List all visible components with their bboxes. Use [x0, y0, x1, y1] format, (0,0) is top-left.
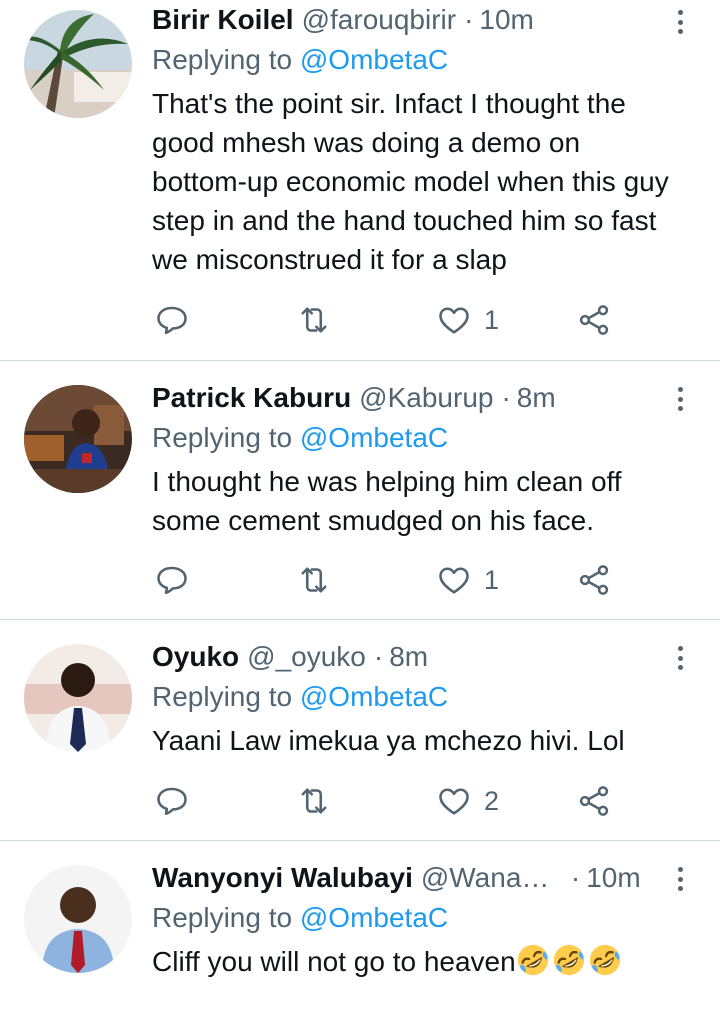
mention-link[interactable]: @OmbetaC — [300, 902, 448, 933]
replying-to: Replying to @OmbetaC — [152, 898, 680, 938]
display-name[interactable]: Patrick Kaburu — [152, 378, 351, 418]
like-icon — [436, 302, 472, 338]
tweet-card[interactable]: Birir Koilel @farouqbirir · 10m Replying… — [0, 0, 720, 360]
share-button[interactable] — [576, 781, 612, 821]
replying-to: Replying to @OmbetaC — [152, 40, 680, 80]
tweet-actions: 1 — [152, 300, 622, 340]
share-button[interactable] — [576, 560, 612, 600]
replying-to: Replying to @OmbetaC — [152, 418, 680, 458]
mention-link[interactable]: @OmbetaC — [300, 422, 448, 453]
reply-button[interactable] — [154, 300, 190, 340]
more-options-icon[interactable] — [670, 642, 690, 674]
retweet-button[interactable] — [296, 300, 332, 340]
replying-to-label: Replying to — [152, 902, 293, 933]
tweet-actions: 2 — [152, 781, 622, 821]
user-handle[interactable]: @Kaburup — [359, 378, 493, 418]
separator: · — [570, 862, 581, 893]
replying-to-label: Replying to — [152, 422, 293, 453]
separator: · — [501, 382, 511, 413]
like-icon — [436, 783, 472, 819]
share-icon — [576, 562, 612, 598]
more-options-icon[interactable] — [670, 383, 690, 415]
timestamp[interactable]: 10m — [479, 0, 533, 40]
tweet-header: Patrick Kaburu @Kaburup · 8m — [152, 378, 680, 418]
retweet-icon — [296, 302, 332, 338]
tweet-text: Cliff you will not go to heaven — [152, 942, 680, 981]
tweet-header: Birir Koilel @farouqbirir · 10m — [152, 0, 680, 40]
like-count: 1 — [484, 304, 500, 335]
replying-to-label: Replying to — [152, 681, 293, 712]
rolling-on-floor-laughing-icon — [516, 943, 550, 977]
more-options-icon[interactable] — [670, 6, 690, 38]
like-icon — [436, 562, 472, 598]
reply-icon — [154, 302, 190, 338]
tweet-card[interactable]: Oyuko @_oyuko · 8m Replying to @OmbetaC … — [0, 620, 720, 840]
tweet-header: Wanyonyi Walubayi @Wananchi_ya_Kenya · 1… — [152, 858, 680, 898]
retweet-button[interactable] — [296, 781, 332, 821]
display-name[interactable]: Oyuko — [152, 637, 239, 677]
like-count: 1 — [484, 564, 500, 595]
rolling-on-floor-laughing-icon — [552, 943, 586, 977]
avatar[interactable] — [24, 865, 132, 973]
tweet-text: I thought he was helping him clean off s… — [152, 466, 622, 536]
retweet-button[interactable] — [296, 560, 332, 600]
share-icon — [576, 783, 612, 819]
user-handle[interactable]: @Wananchi_ya_Kenya — [421, 858, 563, 898]
like-button[interactable]: 1 — [436, 300, 499, 340]
separator: · — [464, 4, 474, 35]
rolling-on-floor-laughing-icon — [588, 943, 622, 977]
timestamp[interactable]: 10m — [586, 858, 640, 898]
timestamp[interactable]: 8m — [389, 637, 428, 677]
like-button[interactable]: 2 — [436, 781, 499, 821]
tweet-header: Oyuko @_oyuko · 8m — [152, 637, 680, 677]
share-icon — [576, 302, 612, 338]
retweet-icon — [296, 783, 332, 819]
avatar[interactable] — [24, 644, 132, 752]
display-name[interactable]: Wanyonyi Walubayi — [152, 858, 413, 898]
avatar[interactable] — [24, 385, 132, 493]
mention-link[interactable]: @OmbetaC — [300, 681, 448, 712]
share-button[interactable] — [576, 300, 612, 340]
tweet-text: That's the point sir. Infact I thought t… — [152, 88, 669, 275]
display-name[interactable]: Birir Koilel — [152, 0, 294, 40]
replying-to-label: Replying to — [152, 44, 293, 75]
avatar[interactable] — [24, 10, 132, 118]
tweet-card[interactable]: Wanyonyi Walubayi @Wananchi_ya_Kenya · 1… — [0, 841, 720, 1009]
reply-button[interactable] — [154, 560, 190, 600]
more-options-icon[interactable] — [670, 863, 690, 895]
mention-link[interactable]: @OmbetaC — [300, 44, 448, 75]
tweet-text: Yaani Law imekua ya mchezo hivi. Lol — [152, 725, 625, 756]
like-count: 2 — [484, 785, 500, 816]
replying-to: Replying to @OmbetaC — [152, 677, 680, 717]
tweet-card[interactable]: Patrick Kaburu @Kaburup · 8m Replying to… — [0, 361, 720, 619]
tweet-actions: 1 — [152, 560, 622, 600]
timestamp[interactable]: 8m — [517, 378, 556, 418]
reply-icon — [154, 562, 190, 598]
reply-button[interactable] — [154, 781, 190, 821]
user-handle[interactable]: @farouqbirir — [302, 0, 456, 40]
user-handle[interactable]: @_oyuko — [247, 637, 366, 677]
retweet-icon — [296, 562, 332, 598]
separator: · — [373, 641, 384, 672]
reply-icon — [154, 783, 190, 819]
like-button[interactable]: 1 — [436, 560, 499, 600]
tweet-text-body: Cliff you will not go to heaven — [152, 946, 516, 977]
